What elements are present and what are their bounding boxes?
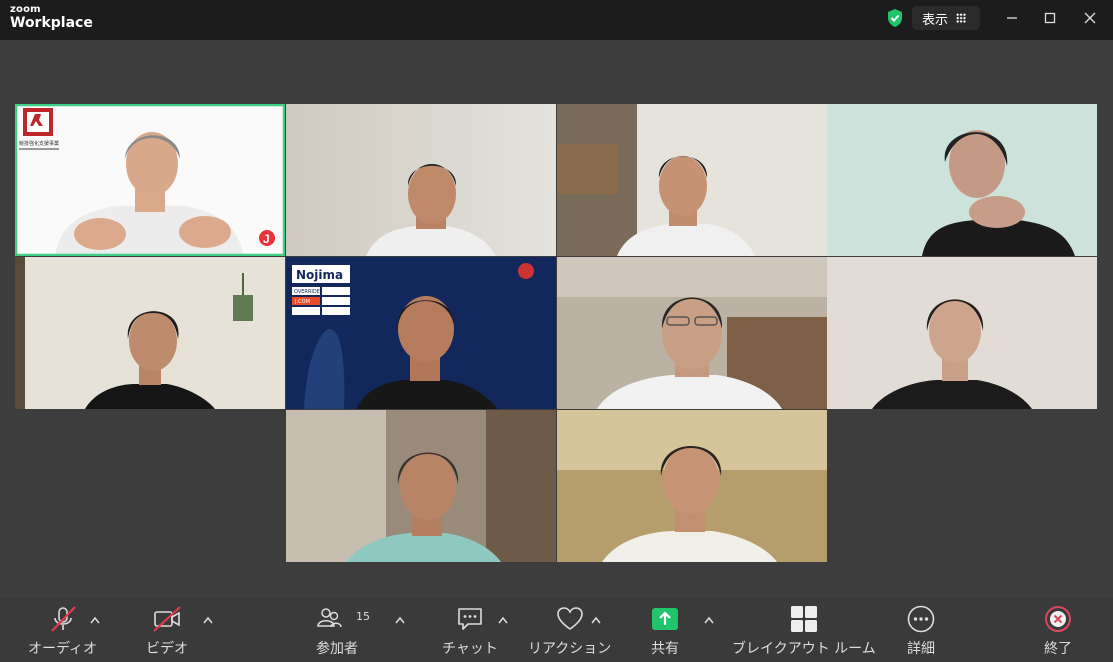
video-tile-1[interactable]: 競技強化支援事業 J xyxy=(15,104,285,256)
video-gallery: 競技強化支援事業 J Nojima OVERRIDE J:COM xyxy=(0,40,1113,598)
maximize-button[interactable] xyxy=(1038,8,1062,28)
video-tile-8[interactable] xyxy=(827,257,1097,409)
minimize-icon xyxy=(1007,17,1017,19)
chevron-up-icon xyxy=(203,616,213,624)
sponsor-1: OVERRIDE xyxy=(294,289,320,295)
end-meeting-button[interactable]: 終了 xyxy=(1043,604,1073,658)
chat-options-caret[interactable] xyxy=(498,614,508,627)
more-icon xyxy=(907,605,935,633)
view-button[interactable]: 表示 xyxy=(912,6,980,30)
heart-icon xyxy=(556,607,583,630)
chevron-up-icon xyxy=(704,616,714,624)
view-label: 表示 xyxy=(922,12,949,28)
more-label: 詳細 xyxy=(907,641,935,657)
meeting-toolbar: オーディオ ビデオ 15 参加者 チャット リアクション 共有 ブレイクアウト … xyxy=(0,598,1113,662)
chevron-up-icon xyxy=(498,616,508,624)
security-shield-icon[interactable] xyxy=(886,8,904,28)
chat-label: チャット xyxy=(442,641,498,657)
share-label: 共有 xyxy=(651,641,679,657)
audio-options-caret[interactable] xyxy=(90,614,100,627)
video-tile-7[interactable] xyxy=(557,257,827,409)
reactions-label: リアクション xyxy=(528,641,612,657)
minimize-button[interactable] xyxy=(1000,8,1024,28)
video-off-icon xyxy=(153,606,181,632)
chevron-up-icon xyxy=(395,616,405,624)
audio-label: オーディオ xyxy=(28,641,98,657)
video-tile-10[interactable] xyxy=(557,410,827,562)
chevron-up-icon xyxy=(90,616,100,624)
participants-options-caret[interactable] xyxy=(395,614,405,627)
video-tile-3[interactable] xyxy=(557,104,827,256)
reactions-button[interactable]: リアクション xyxy=(528,604,611,658)
participants-button[interactable]: 15 参加者 xyxy=(314,604,370,658)
breakout-rooms-icon xyxy=(790,606,817,632)
title-bar: zoom Workplace 表示 xyxy=(0,0,1113,40)
breakout-rooms-button[interactable]: ブレイクアウト ルーム xyxy=(732,604,876,658)
breakout-rooms-label: ブレイクアウト ルーム xyxy=(732,641,876,657)
end-meeting-label: 終了 xyxy=(1044,641,1072,657)
close-button[interactable] xyxy=(1078,8,1102,28)
maximize-icon xyxy=(1044,12,1056,24)
more-button[interactable]: 詳細 xyxy=(906,604,936,658)
chat-icon xyxy=(458,608,482,630)
video-tile-5[interactable] xyxy=(15,257,285,409)
participants-label: 参加者 xyxy=(316,641,358,657)
chevron-up-icon xyxy=(591,616,601,624)
logo-big-text: Workplace xyxy=(10,15,93,31)
sponsor-brand: Nojima xyxy=(296,268,343,282)
video-label: ビデオ xyxy=(146,641,188,657)
participants-count: 15 xyxy=(356,610,370,623)
reactions-options-caret[interactable] xyxy=(591,614,601,627)
audio-button[interactable]: オーディオ xyxy=(28,604,97,658)
video-tile-9[interactable] xyxy=(286,410,556,562)
share-button[interactable]: 共有 xyxy=(650,604,680,658)
sponsor-2: J:COM xyxy=(294,299,310,305)
video-tile-6[interactable]: Nojima OVERRIDE J:COM xyxy=(286,257,556,409)
tile-logo-text: 競技強化支援事業 xyxy=(19,140,59,147)
share-screen-icon xyxy=(652,608,678,630)
grid-icon xyxy=(956,13,967,23)
chat-button[interactable]: チャット xyxy=(442,604,498,658)
close-icon xyxy=(1084,12,1096,24)
end-meeting-icon xyxy=(1045,606,1071,632)
participants-icon xyxy=(317,608,342,628)
mic-muted-icon xyxy=(50,606,76,632)
video-tile-2[interactable] xyxy=(286,104,556,256)
share-options-caret[interactable] xyxy=(704,614,714,627)
svg-text:J: J xyxy=(263,232,270,246)
video-button[interactable]: ビデオ xyxy=(146,604,188,658)
video-options-caret[interactable] xyxy=(203,614,213,627)
logo-small-text: zoom xyxy=(10,4,41,15)
app-logo: zoom Workplace xyxy=(10,4,93,31)
video-tile-4[interactable] xyxy=(827,104,1097,256)
